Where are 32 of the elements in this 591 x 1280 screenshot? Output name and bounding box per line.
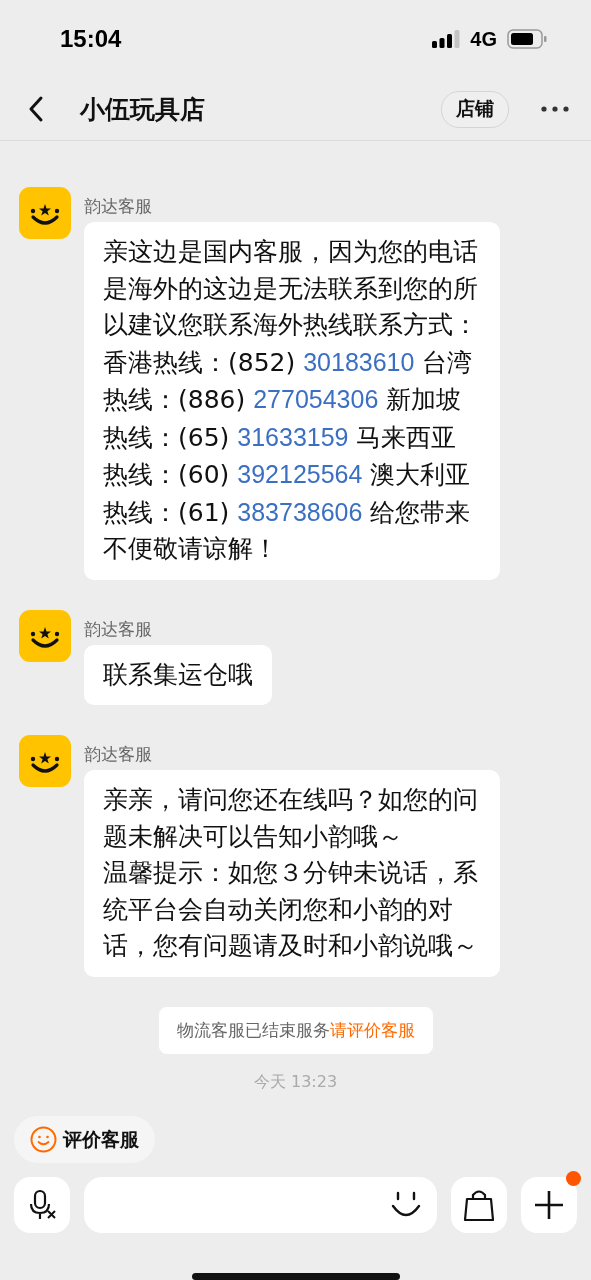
- rate-link[interactable]: 请评价客服: [329, 1019, 415, 1040]
- shop-button[interactable]: 店铺: [441, 90, 509, 128]
- rate-service-chip[interactable]: 评价客服: [14, 1116, 155, 1163]
- shop-title: 小伍玩具店: [80, 93, 206, 126]
- shop-bag-button[interactable]: [451, 1177, 507, 1233]
- phone-link[interactable]: 30183610: [303, 347, 415, 376]
- phone-link[interactable]: 392125564: [237, 460, 363, 488]
- message-bubble: 联系集运仓哦: [84, 644, 272, 705]
- message-bubble: 亲亲，请问您还在线吗？如您的问题未解决可以告知小韵哦～ 温馨提示：如您３分钟未说话，系统平台会自动关闭您和小韵的对话，您有问题请及时和小韵说哦～: [84, 770, 500, 977]
- sender-name: 韵达客服: [84, 618, 153, 639]
- avatar-icon[interactable]: [19, 187, 71, 239]
- network-label: 4G: [470, 27, 497, 51]
- avatar-icon[interactable]: [19, 609, 71, 662]
- status-time: 15:04: [60, 25, 122, 53]
- sender-name: 韵达客服: [84, 744, 153, 764]
- service-ended-notice: 物流客服已结束服务请评价客服: [158, 1006, 433, 1054]
- message-input[interactable]: [84, 1177, 437, 1233]
- phone-link[interactable]: 31633159: [237, 422, 349, 451]
- bag-icon: [462, 1188, 496, 1222]
- voice-button[interactable]: [14, 1177, 70, 1233]
- avatar-icon[interactable]: [19, 735, 71, 787]
- more-icon[interactable]: [541, 106, 569, 112]
- smile-icon: [30, 1126, 57, 1153]
- phone-link[interactable]: 383738606: [237, 497, 363, 526]
- timestamp: 今天 13:23: [253, 1071, 338, 1093]
- signal-icon: [432, 30, 461, 48]
- phone-link[interactable]: 277054306: [253, 385, 379, 413]
- sender-name: 韵达客服: [84, 196, 153, 216]
- battery-icon: [507, 29, 547, 49]
- message-bubble: 亲这边是国内客服，因为您的电话是海外的这边是无法联系到您的所以建议您联系海外热线联系方式：香港热线：(852) 30183610 台湾热线：(886) 277054306 新加坡热线：(65) 31633159 马来西亚热线：(60) 392125564 澳大利亚热线：(61) 383738606 给您带来不便敬请谅解！: [84, 222, 500, 580]
- plus-button[interactable]: [521, 1177, 577, 1233]
- plus-icon: [534, 1190, 564, 1220]
